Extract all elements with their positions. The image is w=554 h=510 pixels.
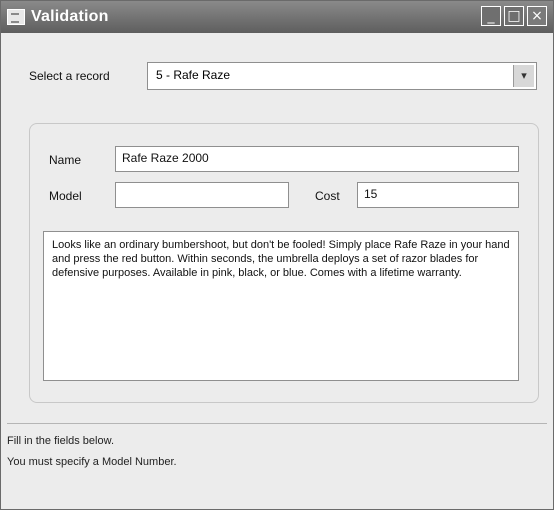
title-bar[interactable]: Validation _ □ × — [1, 1, 553, 33]
maximize-button[interactable]: □ — [504, 6, 524, 26]
status-divider — [7, 423, 547, 424]
description-textarea[interactable]: Looks like an ordinary bumbershoot, but … — [43, 231, 519, 381]
window-title: Validation — [31, 8, 109, 25]
record-select[interactable]: 5 - Rafe Raze ▾ — [147, 62, 537, 90]
app-icon — [7, 9, 25, 25]
cost-field[interactable]: 15 — [357, 182, 519, 208]
status-line-2: You must specify a Model Number. — [7, 456, 177, 468]
record-select-value: 5 - Rafe Raze — [156, 68, 231, 82]
minimize-button[interactable]: _ — [481, 6, 501, 26]
model-field[interactable] — [115, 182, 289, 208]
select-record-label: Select a record — [29, 69, 110, 83]
cost-label: Cost — [315, 189, 340, 203]
status-line-1: Fill in the fields below. — [7, 435, 114, 447]
name-field[interactable]: Rafe Raze 2000 — [115, 146, 519, 172]
validation-window: Validation _ □ × Select a record 5 - Raf… — [0, 0, 554, 510]
name-label: Name — [49, 153, 82, 167]
model-label: Model — [49, 189, 82, 203]
close-button[interactable]: × — [527, 6, 547, 26]
window-controls: _ □ × — [481, 6, 547, 26]
chevron-down-icon[interactable]: ▾ — [513, 65, 534, 87]
